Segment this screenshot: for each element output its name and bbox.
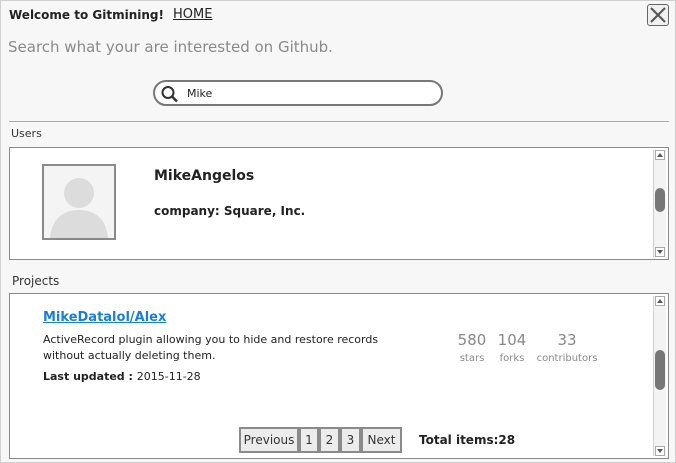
projects-scroll-thumb[interactable] xyxy=(655,350,665,390)
user-company: company: Square, Inc. xyxy=(154,204,306,218)
next-page-button[interactable]: Next xyxy=(361,427,402,453)
stars-label: stars xyxy=(459,353,485,364)
home-link[interactable]: HOME xyxy=(173,7,212,22)
scroll-up-arrow-icon[interactable] xyxy=(655,150,665,160)
contributors-count: 33 xyxy=(557,331,577,349)
close-button[interactable] xyxy=(647,4,669,26)
app-window: Welcome to Gitmining! HOME Search what y… xyxy=(0,0,676,463)
scroll-down-arrow-icon[interactable] xyxy=(655,446,665,456)
forks-count: 104 xyxy=(497,331,527,349)
users-scrollbar[interactable] xyxy=(653,150,666,257)
header-divider xyxy=(9,121,669,122)
projects-scrollbar[interactable] xyxy=(653,296,666,456)
last-updated-date: 2015-11-28 xyxy=(136,370,201,383)
page-2-button[interactable]: 2 xyxy=(319,427,340,453)
project-description: ActiveRecord plugin allowing you to hide… xyxy=(43,333,379,362)
projects-section-label: Projects xyxy=(12,274,60,288)
stars-stat: 580 stars xyxy=(454,331,490,366)
user-name[interactable]: MikeAngelos xyxy=(154,168,254,184)
page-subtitle: Search what your are interested on Githu… xyxy=(8,38,333,56)
project-last-updated: Last updated : 2015-11-28 xyxy=(43,370,201,383)
stars-count: 580 xyxy=(457,331,487,349)
search-box[interactable] xyxy=(153,80,443,106)
previous-page-button[interactable]: Previous xyxy=(239,427,299,453)
user-placeholder-icon xyxy=(50,178,108,238)
page-3-button[interactable]: 3 xyxy=(340,427,361,453)
search-input[interactable] xyxy=(187,85,427,101)
contributors-stat: 33 contributors xyxy=(536,331,598,366)
users-panel: MikeAngelos company: Square, Inc. xyxy=(9,147,669,260)
scroll-down-arrow-icon[interactable] xyxy=(655,247,665,257)
users-scroll-thumb[interactable] xyxy=(655,188,665,212)
search-icon[interactable] xyxy=(160,85,180,103)
project-name-link[interactable]: MikeDatalol/Alex xyxy=(43,310,166,325)
last-updated-label: Last updated : xyxy=(43,370,137,383)
welcome-title: Welcome to Gitmining! xyxy=(9,8,164,22)
users-section-label: Users xyxy=(11,127,42,140)
projects-panel: MikeDatalol/Alex ActiveRecord plugin all… xyxy=(9,293,669,459)
close-icon xyxy=(650,7,666,23)
forks-label: forks xyxy=(499,353,525,364)
contributors-label: contributors xyxy=(536,353,598,364)
page-1-button[interactable]: 1 xyxy=(299,427,319,453)
total-items: Total items:28 xyxy=(419,433,516,447)
avatar[interactable] xyxy=(42,164,116,240)
scroll-up-arrow-icon[interactable] xyxy=(655,296,665,306)
forks-stat: 104 forks xyxy=(494,331,530,366)
